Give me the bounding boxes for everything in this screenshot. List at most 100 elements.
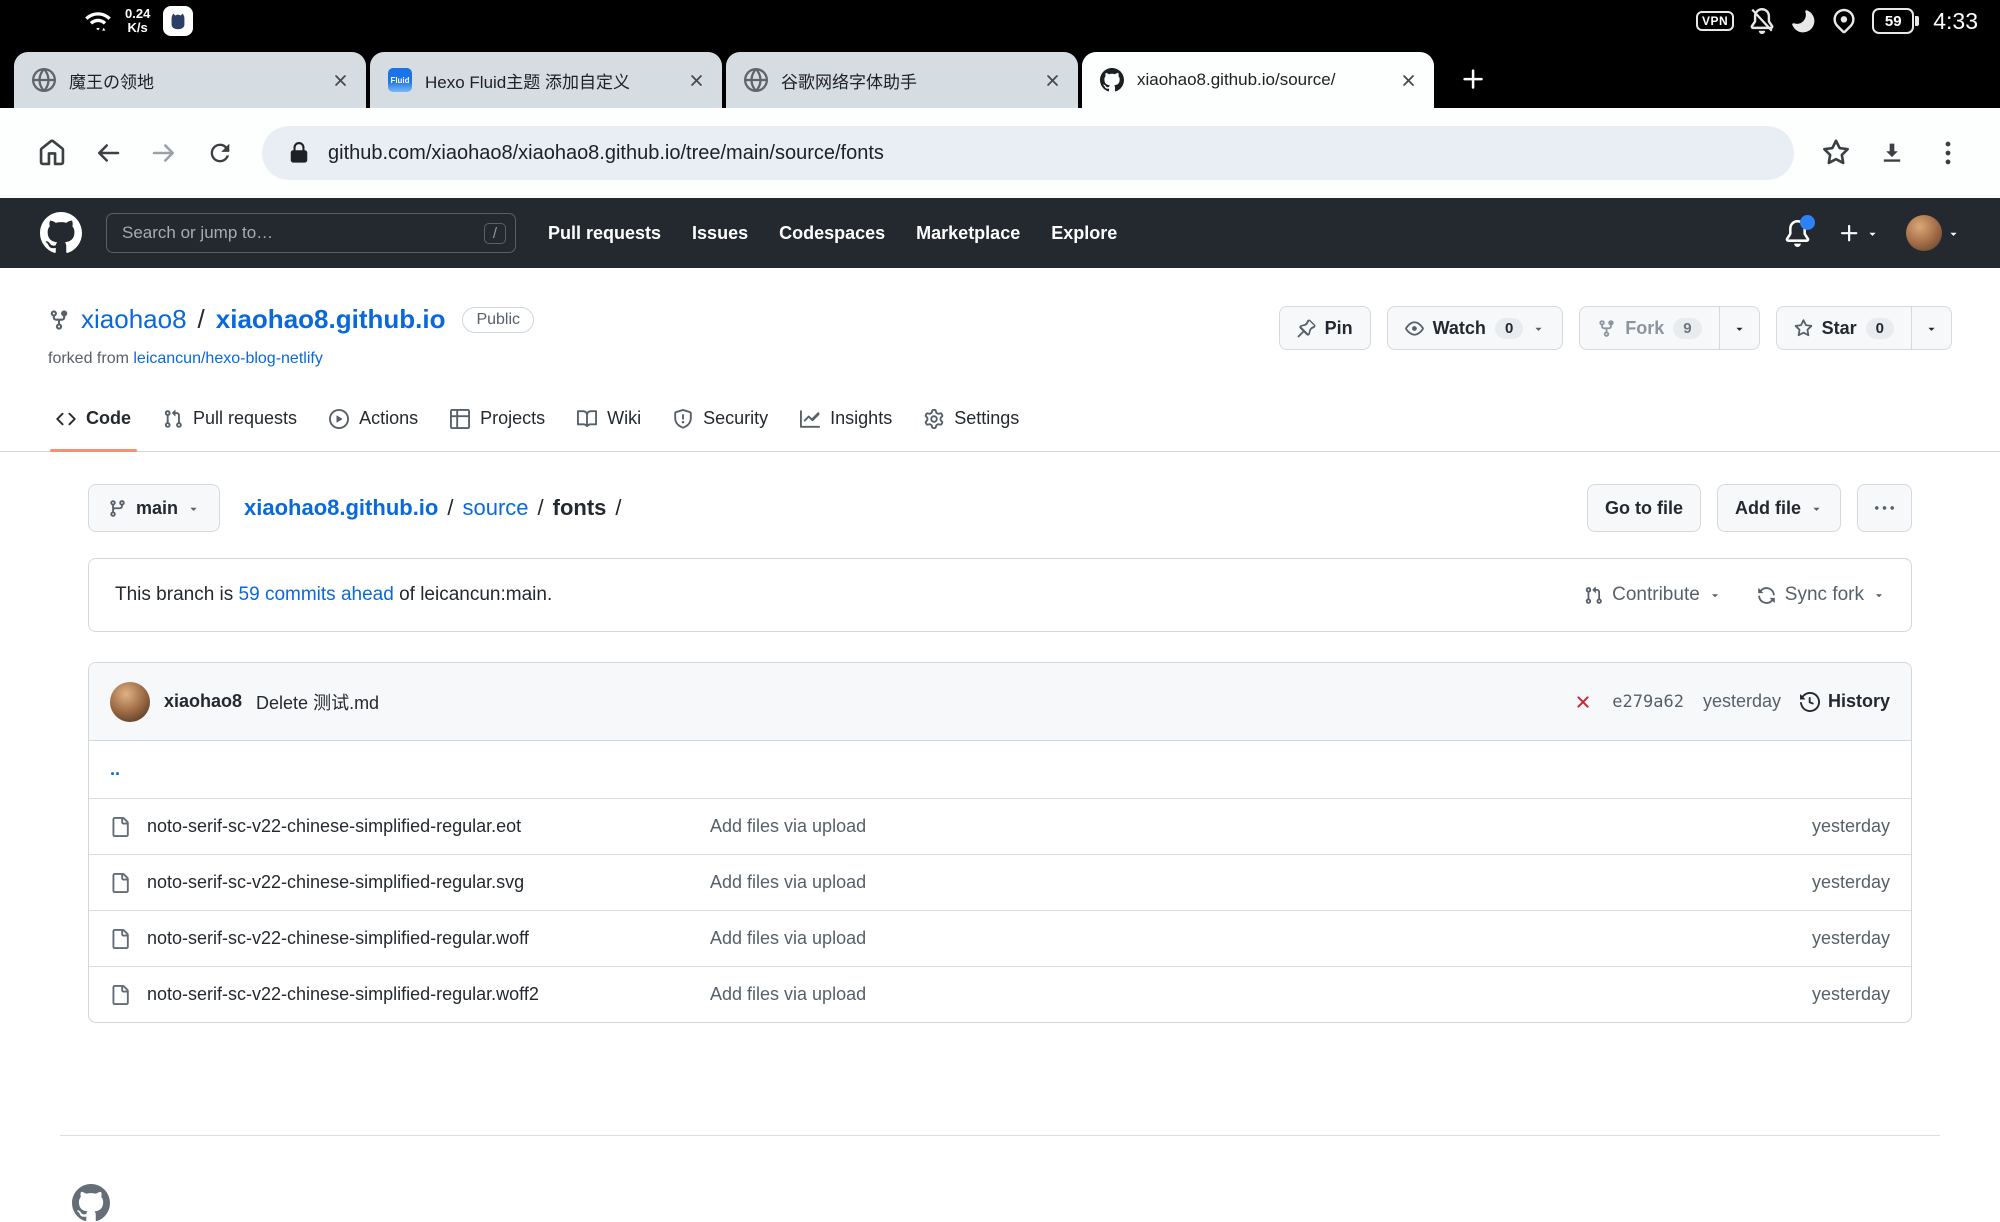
caret-down-icon xyxy=(1733,322,1746,335)
notification-dot xyxy=(1800,215,1815,230)
fork-button[interactable]: Fork 9 xyxy=(1579,306,1719,350)
failed-check-x-icon[interactable] xyxy=(1573,692,1593,712)
browser-tab-1[interactable]: 魔王の领地 xyxy=(14,52,366,108)
repo-header: xiaohao8 / xiaohao8.github.io Public for… xyxy=(0,268,2000,388)
contribute-button[interactable]: Contribute xyxy=(1584,584,1721,606)
caret-down-icon xyxy=(1925,322,1938,335)
tab-security[interactable]: Security xyxy=(657,388,784,451)
tab-wiki[interactable]: Wiki xyxy=(561,388,657,451)
github-icon xyxy=(1100,68,1124,92)
table-row: noto-serif-sc-v22-chinese-simplified-reg… xyxy=(89,966,1911,1022)
file-name-link[interactable]: noto-serif-sc-v22-chinese-simplified-reg… xyxy=(147,928,529,949)
pin-button[interactable]: Pin xyxy=(1279,306,1371,350)
more-options-button[interactable] xyxy=(1857,484,1912,532)
tab-title: xiaohao8.github.io/source/ xyxy=(1137,70,1386,90)
table-icon xyxy=(450,409,470,429)
git-pull-request-icon xyxy=(1584,586,1603,605)
ahead-text: This branch is xyxy=(115,584,239,605)
file-name-link[interactable]: noto-serif-sc-v22-chinese-simplified-reg… xyxy=(147,984,539,1005)
tab-projects[interactable]: Projects xyxy=(434,388,561,451)
star-button[interactable]: Star 0 xyxy=(1776,306,1912,350)
gear-icon xyxy=(924,409,944,429)
close-icon[interactable] xyxy=(687,71,706,90)
forward-icon[interactable] xyxy=(136,125,192,181)
parent-directory-link[interactable]: .. xyxy=(110,759,120,780)
github-logo-icon[interactable] xyxy=(40,212,82,254)
fork-button-group: Fork 9 xyxy=(1579,306,1759,350)
nav-codespaces[interactable]: Codespaces xyxy=(779,223,885,244)
fork-caret-button[interactable] xyxy=(1720,306,1760,350)
commit-message[interactable]: Delete 测试.md xyxy=(256,689,379,715)
tab-settings[interactable]: Settings xyxy=(908,388,1035,451)
commit-sha[interactable]: e279a62 xyxy=(1612,692,1684,712)
file-commit-message[interactable]: Add files via upload xyxy=(710,984,866,1005)
back-icon[interactable] xyxy=(80,125,136,181)
shield-icon xyxy=(673,409,693,429)
commit-author-avatar[interactable] xyxy=(110,682,150,722)
add-file-button[interactable]: Add file xyxy=(1717,484,1841,532)
file-icon xyxy=(110,929,130,949)
repo-owner-link[interactable]: xiaohao8 xyxy=(81,304,187,335)
search-placeholder: Search or jump to… xyxy=(122,223,484,243)
create-new-button[interactable] xyxy=(1838,222,1879,245)
repo-name-link[interactable]: xiaohao8.github.io xyxy=(216,304,446,335)
play-circle-icon xyxy=(329,409,349,429)
file-commit-message[interactable]: Add files via upload xyxy=(710,928,866,949)
breadcrumb-dir-link[interactable]: source xyxy=(462,495,528,521)
search-input[interactable]: Search or jump to… / xyxy=(106,213,516,253)
reload-icon[interactable] xyxy=(192,125,248,181)
nav-explore[interactable]: Explore xyxy=(1051,223,1117,244)
user-menu[interactable] xyxy=(1906,215,1960,251)
breadcrumb-repo-link[interactable]: xiaohao8.github.io xyxy=(244,495,438,521)
browser-tab-4-active[interactable]: xiaohao8.github.io/source/ xyxy=(1082,52,1434,108)
network-speed: 0.24 K/s xyxy=(125,7,150,36)
star-icon xyxy=(1794,319,1813,338)
file-commit-message[interactable]: Add files via upload xyxy=(710,872,866,893)
tab-pull-requests[interactable]: Pull requests xyxy=(147,388,313,451)
sync-icon xyxy=(1757,586,1776,605)
close-icon[interactable] xyxy=(1399,71,1418,90)
tab-insights[interactable]: Insights xyxy=(784,388,908,451)
tab-title: 魔王の领地 xyxy=(69,68,318,93)
file-name-link[interactable]: noto-serif-sc-v22-chinese-simplified-reg… xyxy=(147,872,524,893)
browser-tab-2[interactable]: Fluid Hexo Fluid主题 添加自定义 xyxy=(370,52,722,108)
commit-author[interactable]: xiaohao8 xyxy=(164,691,242,712)
file-commit-message[interactable]: Add files via upload xyxy=(710,816,866,837)
star-caret-button[interactable] xyxy=(1912,306,1952,350)
menu-kebab-icon[interactable] xyxy=(1920,125,1976,181)
browser-toolbar: github.com/xiaohao8/xiaohao8.github.io/t… xyxy=(0,108,2000,198)
nav-pull-requests[interactable]: Pull requests xyxy=(548,223,661,244)
code-icon xyxy=(56,409,76,429)
eye-icon xyxy=(1405,319,1424,338)
go-to-file-button[interactable]: Go to file xyxy=(1587,484,1701,532)
nav-issues[interactable]: Issues xyxy=(692,223,748,244)
vpn-icon: VPN xyxy=(1696,11,1734,31)
status-bar: 0.24 K/s VPN 59 4:33 xyxy=(0,0,2000,42)
star-count: 0 xyxy=(1866,318,1894,339)
table-row: noto-serif-sc-v22-chinese-simplified-reg… xyxy=(89,854,1911,910)
graph-icon xyxy=(800,409,820,429)
tab-code[interactable]: Code xyxy=(40,388,147,451)
nav-marketplace[interactable]: Marketplace xyxy=(916,223,1020,244)
download-icon[interactable] xyxy=(1864,125,1920,181)
bookmark-star-icon[interactable] xyxy=(1808,125,1864,181)
file-name-link[interactable]: noto-serif-sc-v22-chinese-simplified-reg… xyxy=(147,816,521,837)
url-text: github.com/xiaohao8/xiaohao8.github.io/t… xyxy=(328,142,884,165)
branch-selector[interactable]: main xyxy=(88,484,220,532)
watch-count: 0 xyxy=(1495,318,1523,339)
browser-tab-3[interactable]: 谷歌网络字体助手 xyxy=(726,52,1078,108)
notifications-bell-icon[interactable] xyxy=(1784,220,1811,247)
watch-button[interactable]: Watch 0 xyxy=(1387,306,1564,350)
new-tab-plus-icon[interactable] xyxy=(1460,66,1487,93)
tab-actions[interactable]: Actions xyxy=(313,388,434,451)
slash-key-hint: / xyxy=(484,223,506,244)
commits-ahead-link[interactable]: 59 commits ahead xyxy=(239,584,394,605)
close-icon[interactable] xyxy=(1043,71,1062,90)
close-icon[interactable] xyxy=(331,71,350,90)
forked-from-label: forked from xyxy=(48,350,129,367)
url-bar[interactable]: github.com/xiaohao8/xiaohao8.github.io/t… xyxy=(262,126,1794,180)
forked-from-link[interactable]: leicancun/hexo-blog-netlify xyxy=(133,350,322,367)
sync-fork-button[interactable]: Sync fork xyxy=(1757,584,1885,606)
history-button[interactable]: History xyxy=(1800,691,1890,712)
home-icon[interactable] xyxy=(24,125,80,181)
